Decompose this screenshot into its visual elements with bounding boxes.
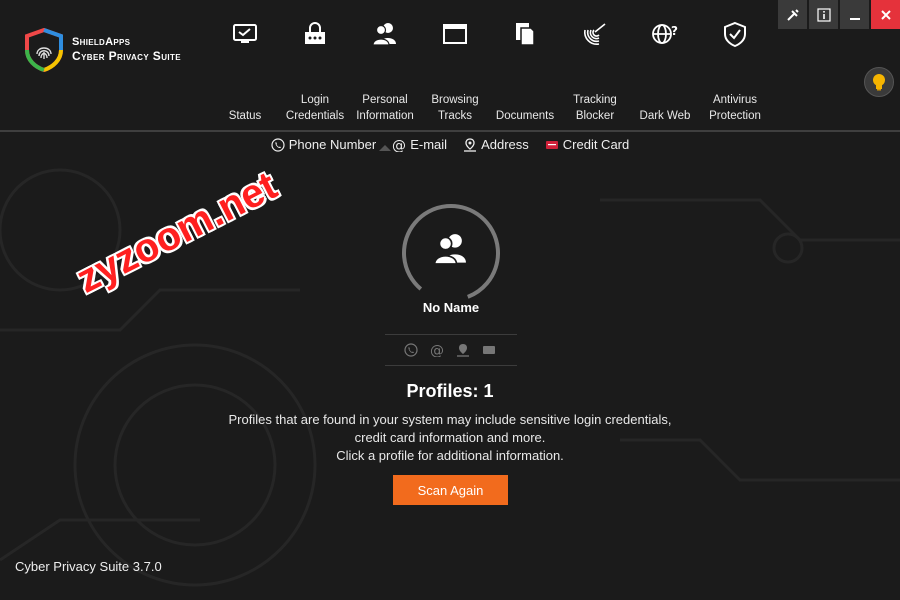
nav-label: Antivirus Protection: [709, 94, 761, 122]
profiles-description: Profiles that are found in your system m…: [0, 411, 900, 465]
at-icon: @: [392, 138, 406, 152]
main-navigation: Status Login Credentials Personal Inform…: [210, 20, 770, 124]
nav-item-login-credentials[interactable]: Login Credentials: [280, 20, 350, 124]
location-icon: [464, 137, 477, 152]
documents-icon: [516, 23, 535, 46]
tools-button[interactable]: [778, 0, 807, 29]
nav-item-status[interactable]: Status: [210, 20, 280, 124]
brand-name-bottom: Cyber Privacy Suite: [72, 49, 182, 64]
scan-again-button[interactable]: Scan Again: [393, 475, 508, 505]
nav-label: Browsing Tracks: [431, 94, 479, 122]
login-credentials-icon: [305, 22, 325, 44]
profile-avatar-icon: [433, 234, 466, 265]
profile-data-type-icons: @: [403, 342, 497, 358]
subtab-label: Address: [481, 137, 529, 152]
nav-label: Personal Information: [356, 94, 414, 122]
nav-label: Tracking Blocker: [573, 94, 617, 122]
phone-icon: [271, 137, 285, 152]
monitor-icon: [233, 24, 257, 43]
app-logo: ShieldApps Cyber Privacy Suite: [24, 28, 181, 72]
subtab-label: E-mail: [410, 137, 448, 152]
description-line: Profiles that are found in your system m…: [228, 412, 672, 427]
svg-text:@: @: [392, 138, 406, 152]
nav-item-dark-web[interactable]: ? Dark Web: [630, 20, 700, 124]
subtab-email[interactable]: @ E-mail: [392, 137, 447, 152]
subtab-address[interactable]: Address: [463, 137, 529, 152]
watermark-text: zyzoom.net: [69, 163, 284, 302]
nav-item-tracking-blocker[interactable]: Tracking Blocker: [560, 20, 630, 124]
profiles-count: Profiles: 1: [406, 381, 494, 401]
users-icon: [372, 23, 396, 46]
tools-icon: [786, 8, 799, 21]
phone-icon: [404, 343, 418, 357]
subtab-phone-number[interactable]: Phone Number: [271, 137, 376, 152]
nav-divider: [0, 130, 900, 132]
nav-item-antivirus-protection[interactable]: Antivirus Protection: [700, 20, 770, 124]
credit-card-icon: [483, 346, 495, 354]
shield-fingerprint-icon: [25, 28, 63, 72]
minimize-button[interactable]: [840, 0, 869, 29]
nav-label: Status: [228, 110, 262, 122]
svg-text:?: ?: [671, 24, 678, 38]
profile-divider-top: [385, 334, 517, 335]
nav-label: Documents: [495, 110, 555, 122]
subtab-label: Credit Card: [562, 137, 630, 152]
window-controls: [778, 0, 900, 29]
nav-label: Dark Web: [639, 110, 691, 122]
nav-item-documents[interactable]: Documents: [490, 20, 560, 124]
brand-name-top: ShieldApps: [72, 35, 131, 48]
nav-item-browsing-tracks[interactable]: Browsing Tracks: [420, 20, 490, 124]
globe-question-icon: ?: [652, 24, 678, 44]
location-icon: [457, 344, 469, 357]
description-line: credit card information and more.: [354, 430, 546, 445]
personal-info-subtabs: Phone Number @ E-mail Address Credit Car…: [0, 137, 900, 152]
close-icon: [880, 9, 891, 20]
info-button[interactable]: [809, 0, 838, 29]
radar-icon: [584, 23, 606, 45]
profile-divider-bottom: [385, 365, 517, 366]
lightbulb-icon: [873, 74, 885, 91]
at-icon: @: [430, 343, 444, 357]
info-icon: [816, 7, 831, 22]
nav-item-personal-information[interactable]: Personal Information: [350, 20, 420, 124]
tips-button[interactable]: [864, 67, 894, 97]
credit-card-icon: [545, 140, 558, 149]
subtab-credit-card[interactable]: Credit Card: [545, 137, 629, 152]
shield-check-icon: [724, 21, 746, 48]
subtab-label: Phone Number: [288, 137, 377, 152]
close-button[interactable]: [871, 0, 900, 29]
app-version: Cyber Privacy Suite 3.7.0: [15, 559, 162, 574]
minimize-icon: [849, 17, 860, 20]
svg-text:@: @: [430, 343, 444, 357]
description-line: Click a profile for additional informati…: [336, 448, 564, 463]
browser-window-icon: [443, 24, 467, 44]
profile-name[interactable]: No Name: [351, 300, 551, 315]
nav-label: Login Credentials: [285, 94, 345, 122]
